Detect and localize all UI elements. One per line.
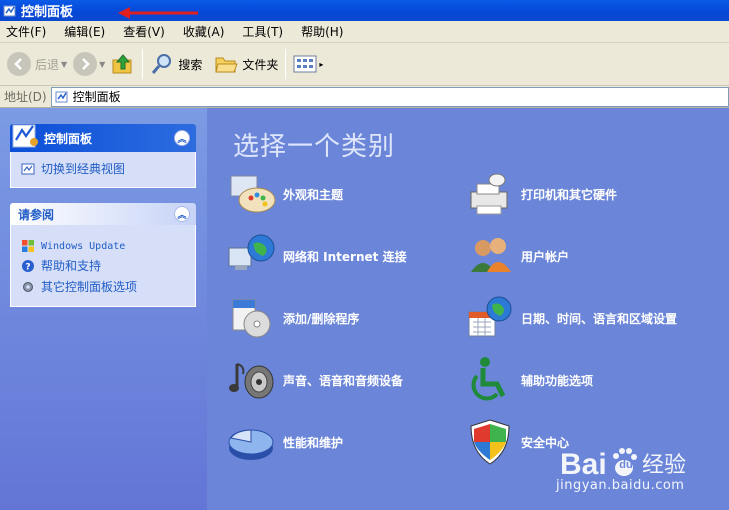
main-pane: 选择一个类别 外观和主题 打印机和其它硬件 网络和 Internet 连接 用户… (207, 108, 729, 510)
category-label: 辅助功能选项 (521, 373, 594, 388)
chevron-down-icon[interactable]: ▼ (61, 60, 67, 69)
category-security-center[interactable]: 安全中心 (465, 418, 569, 466)
page-title: 选择一个类别 (233, 132, 396, 162)
category-network-internet[interactable]: 网络和 Internet 连接 (227, 232, 407, 280)
watermark-url: jingyan.baidu.com (556, 478, 685, 493)
category-performance-maintenance[interactable]: 性能和维护 (227, 418, 343, 466)
category-label: 外观和主题 (283, 187, 344, 202)
menu-favorites[interactable]: 收藏(A) (183, 23, 225, 40)
category-appearance-themes[interactable]: 外观和主题 (227, 170, 343, 218)
address-label: 地址(D) (4, 90, 47, 104)
link-label: 帮助和支持 (41, 259, 102, 273)
forward-button[interactable]: ▼ (70, 47, 108, 81)
address-value: 控制面板 (72, 90, 121, 104)
shield-icon (470, 419, 510, 465)
palette-icon (230, 175, 276, 213)
views-icon (293, 55, 317, 73)
up-folder-button[interactable] (108, 47, 138, 81)
menu-file[interactable]: 文件(F) (6, 23, 46, 40)
menu-edit[interactable]: 编辑(E) (64, 23, 105, 40)
software-box-icon (232, 299, 271, 338)
address-input[interactable]: 控制面板 (50, 86, 729, 107)
help-support-link[interactable]: ? 帮助和支持 (21, 257, 187, 274)
panel-title: 请参阅 (18, 207, 55, 222)
panel-header[interactable]: 控制面板 ︽ (10, 124, 196, 152)
chevron-down-icon[interactable]: ▸ (319, 60, 323, 69)
category-label: 用户帐户 (521, 249, 570, 264)
category-label: 网络和 Internet 连接 (283, 249, 407, 264)
search-label: 搜索 (178, 57, 203, 72)
address-bar: 地址(D) 控制面板 (0, 86, 729, 108)
accessibility-icon (471, 357, 506, 401)
category-accessibility[interactable]: 辅助功能选项 (465, 356, 593, 404)
link-label: 其它控制面板选项 (41, 280, 138, 294)
collapse-icon[interactable]: ︽ (174, 206, 190, 222)
menu-help[interactable]: 帮助(H) (301, 23, 343, 40)
category-label: 性能和维护 (283, 435, 344, 450)
category-date-time-language[interactable]: 日期、时间、语言和区域设置 (465, 294, 677, 342)
back-button[interactable]: 后退 ▼ (4, 47, 70, 81)
panel-body: 切换到经典视图 (10, 152, 196, 188)
panel-body: Windows Update ? 帮助和支持 其它控制面板选项 (10, 225, 196, 307)
panel-header[interactable]: 请参阅 ︽ (10, 203, 196, 225)
back-arrow-icon (7, 52, 31, 76)
forward-arrow-icon (73, 52, 98, 76)
menu-tools[interactable]: 工具(T) (242, 23, 283, 40)
folders-label: 文件夹 (242, 57, 279, 72)
control-panel-large-icon (12, 124, 38, 148)
folders-button[interactable]: 文件夹 (211, 47, 281, 81)
category-label: 日期、时间、语言和区域设置 (521, 311, 678, 326)
link-label: Windows Update (41, 240, 126, 252)
control-panel-task-panel: 控制面板 ︽ 切换到经典视图 (10, 124, 196, 188)
classic-view-icon (21, 163, 35, 174)
toolbar-separator (142, 49, 144, 79)
svg-text:?: ? (25, 262, 30, 272)
category-label: 添加/删除程序 (283, 311, 360, 326)
toolbar: 后退 ▼ ▼ 搜索 文件夹 ▸ (0, 43, 729, 86)
network-globe-icon (228, 234, 275, 270)
category-add-remove-programs[interactable]: 添加/删除程序 (227, 294, 359, 342)
title-bar[interactable]: 控制面板 (0, 0, 729, 21)
collapse-icon[interactable]: ︽ (174, 130, 190, 146)
other-options-link[interactable]: 其它控制面板选项 (21, 278, 187, 295)
see-also-panel: 请参阅 ︽ Windows Update ? 帮助和支持 其它控制面板选项 (10, 203, 196, 307)
category-label: 打印机和其它硬件 (521, 187, 618, 202)
toolbar-separator (285, 49, 287, 79)
red-arrow-annotation (118, 7, 198, 19)
help-icon: ? (22, 259, 34, 272)
menu-view[interactable]: 查看(V) (123, 23, 165, 40)
control-panel-icon (3, 5, 16, 16)
search-button[interactable]: 搜索 (147, 47, 205, 81)
speaker-music-icon (229, 363, 274, 399)
window-title: 控制面板 (21, 5, 74, 20)
windows-logo-icon (22, 240, 34, 252)
category-printers-hardware[interactable]: 打印机和其它硬件 (465, 170, 617, 218)
pie-chart-icon (228, 429, 274, 460)
panel-title: 控制面板 (44, 131, 93, 146)
up-folder-icon (112, 54, 132, 74)
category-label: 声音、语音和音频设备 (283, 373, 404, 388)
chevron-down-icon[interactable]: ▼ (99, 60, 105, 69)
link-label: 切换到经典视图 (41, 162, 126, 176)
menu-bar: 文件(F) 编辑(E) 查看(V) 收藏(A) 工具(T) 帮助(H) (0, 21, 729, 43)
printer-icon (470, 173, 508, 215)
control-panel-icon (55, 91, 68, 102)
search-icon (152, 54, 172, 74)
folder-icon (215, 57, 239, 73)
category-label: 安全中心 (521, 435, 570, 450)
windows-update-link[interactable]: Windows Update (21, 239, 187, 253)
category-user-accounts[interactable]: 用户帐户 (465, 232, 569, 280)
category-sounds-audio[interactable]: 声音、语音和音频设备 (227, 356, 403, 404)
switch-classic-view-link[interactable]: 切换到经典视图 (21, 160, 187, 177)
back-label: 后退 (35, 57, 60, 72)
task-pane: 控制面板 ︽ 切换到经典视图 请参阅 ︽ Windows Update ? 帮助… (0, 108, 207, 510)
calendar-globe-icon (468, 296, 512, 337)
views-button[interactable]: ▸ (290, 47, 326, 81)
gear-icon (23, 281, 33, 292)
users-icon (471, 238, 511, 272)
